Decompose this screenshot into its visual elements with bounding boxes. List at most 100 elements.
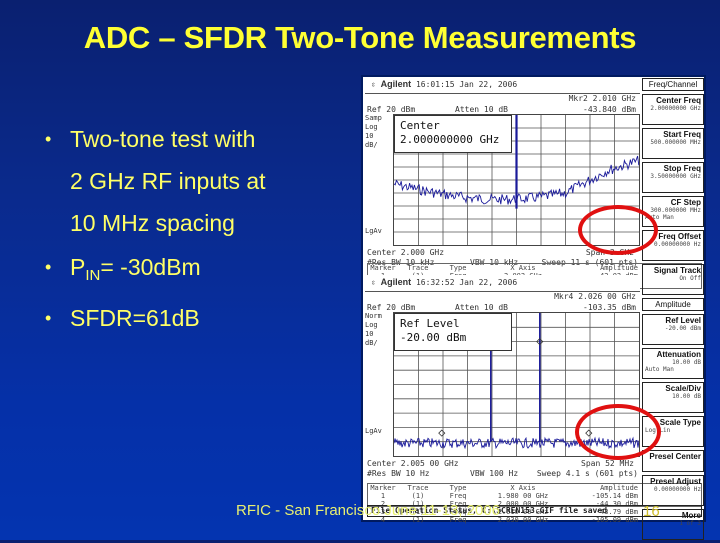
- lgav-label: LgAv: [365, 427, 382, 435]
- softkey-value: 300.000000 MHz: [650, 207, 701, 214]
- bullet-two-tone: • Two-tone test with 2 GHz RF inputs at …: [40, 118, 266, 244]
- marker-cell: (1): [411, 492, 425, 500]
- softkey-label: Attenuation: [656, 350, 701, 359]
- softkey-value: 0.00000000 Hz: [654, 241, 701, 248]
- softkey-label: Freq/Channel: [648, 80, 698, 89]
- attenuation: Atten 10 dB: [455, 303, 508, 312]
- marker-amplitude: -43.840 dBm: [583, 105, 636, 114]
- span: Span 52 MHz: [581, 459, 634, 468]
- softkey-label: Stop Freq: [663, 164, 701, 173]
- softkey-panel: Freq/Channel Center Freq 2.00000000 GHz Sta…: [642, 78, 704, 543]
- marker-cell: 1.980 00 GHz: [497, 492, 549, 500]
- marker-cell: Freq: [449, 492, 467, 500]
- side-label: Samp: [365, 114, 382, 122]
- bullet-sfdr: • SFDR=61dB: [40, 297, 266, 339]
- softkey-presel-center[interactable]: Presel Center: [642, 450, 704, 472]
- popup-value: 2.000000000 GHz: [400, 133, 500, 146]
- marker-cell: Type: [449, 484, 467, 492]
- bullet-line: 2 GHz RF inputs at: [70, 168, 266, 194]
- side-labels: Samp Log 10 dB/: [365, 114, 391, 150]
- timestamp: 16:01:15 Jan 22, 2006: [415, 80, 518, 89]
- ref-level: Ref 20 dBm: [367, 105, 416, 114]
- keyboard-icon: ⇳: [371, 278, 376, 287]
- softkey-value: 10.00 dB: [672, 393, 701, 400]
- active-function-popup: Ref Level -20.00 dBm: [394, 313, 512, 351]
- center-freq: Center 2.000 GHz: [367, 248, 445, 257]
- popup-value: -20.00 dBm: [400, 331, 467, 344]
- softkey-value: 500.000000 MHz: [650, 139, 701, 146]
- keyboard-icon: ⇳: [371, 80, 376, 89]
- spectrum-analyzer-screenshot: ⇳ Agilent 16:01:15 Jan 22, 2006 Mkr2 2.0…: [361, 75, 706, 540]
- softkey-scale-div[interactable]: Scale/Div 10.00 dB: [642, 382, 704, 413]
- softkey-freq-channel[interactable]: Freq/Channel: [642, 78, 704, 91]
- softkey-label: CF Step: [670, 198, 701, 207]
- softkey-value: 1 of 3: [679, 520, 701, 527]
- marker-cell: X Axis: [510, 264, 536, 272]
- bullet-list: • Two-tone test with 2 GHz RF inputs at …: [40, 118, 266, 339]
- side-label: Log: [365, 123, 378, 131]
- softkey-center-freq[interactable]: Center Freq 2.00000000 GHz: [642, 94, 704, 125]
- bullet-dot: •: [45, 129, 52, 149]
- analyzer-screen-bottom: ⇳ Agilent 16:32:52 Jan 22, 2006 Mkr4 2.0…: [365, 275, 640, 495]
- softkey-label: Center Freq: [656, 96, 701, 105]
- pin-prefix: P: [70, 254, 86, 280]
- softkey-signal-track[interactable]: Signal Track On Off: [642, 264, 704, 295]
- side-label: Norm: [365, 312, 382, 320]
- side-label: Log: [365, 321, 378, 329]
- softkey-stop-freq[interactable]: Stop Freq 3.50000000 GHz: [642, 162, 704, 193]
- analyzer-header: ⇳ Agilent 16:01:15 Jan 22, 2006: [365, 77, 640, 94]
- marker-cell: 1: [380, 492, 386, 500]
- marker-amplitude: -103.35 dBm: [583, 303, 636, 312]
- res-bw: #Res BW 10 Hz: [367, 469, 430, 478]
- marker-cell: Type: [449, 264, 467, 272]
- softkey-value: 10.00 dB: [672, 359, 701, 366]
- marker-diamond: [438, 429, 446, 437]
- softkey-label: Signal Track: [653, 266, 701, 275]
- brand-label: Agilent: [380, 79, 412, 89]
- softkey-value: 2.00000000 GHz: [650, 105, 701, 112]
- marker-cell: Trace: [407, 264, 429, 272]
- side-label: 10: [365, 330, 374, 338]
- softkey-label: Ref Level: [665, 316, 701, 325]
- marker-cell: X Axis: [510, 484, 536, 492]
- brand-label: Agilent: [380, 277, 412, 287]
- marker-readout: Mkr4 2.026 00 GHz: [554, 292, 636, 301]
- bullet-dot: •: [45, 308, 52, 328]
- marker-cell: Marker: [370, 484, 396, 492]
- softkey-ref-level[interactable]: Ref Level -20.00 dBm: [642, 314, 704, 345]
- bullet-line: 10 MHz spacing: [70, 210, 235, 236]
- center-freq: Center 2.005 00 GHz: [367, 459, 459, 468]
- sweep: Sweep 4.1 s (601 pts): [536, 469, 638, 478]
- marker-cell: -105.14 dBm: [591, 492, 638, 500]
- side-label: dB/: [365, 141, 378, 149]
- page-number: 16: [643, 503, 660, 520]
- sfdr-value: SFDR=61dB: [70, 305, 200, 331]
- vbw: VBW 100 Hz: [470, 469, 519, 478]
- highlight-circle-bottom: [575, 404, 661, 460]
- softkey-attenuation[interactable]: Attenuation 10.00 dB Auto Man: [642, 348, 704, 379]
- attenuation: Atten 10 dB: [455, 105, 508, 114]
- timestamp: 16:32:52 Jan 22, 2006: [415, 278, 518, 287]
- popup-label: Center: [400, 119, 440, 132]
- pin-subscript: IN: [85, 267, 101, 284]
- marker-cell: Trace: [407, 484, 429, 492]
- softkey-start-freq[interactable]: Start Freq 500.000000 MHz: [642, 128, 704, 159]
- bullet-line: Two-tone test with: [70, 126, 256, 152]
- slide-footer: RFIC - San Francisco June 11-13, 2006: [236, 502, 501, 519]
- softkey-value: On Off: [679, 275, 701, 282]
- softkey-presel-adjust[interactable]: Presel Adjust 0.00000000 Hz: [642, 475, 704, 506]
- analyzer-header: ⇳ Agilent 16:32:52 Jan 22, 2006: [365, 275, 640, 292]
- active-function-popup: Center 2.000000000 GHz: [394, 115, 512, 153]
- softkey-label: Start Freq: [663, 130, 701, 139]
- marker-cell: Amplitude: [600, 264, 638, 272]
- softkey-amplitude[interactable]: Amplitude: [642, 298, 704, 311]
- side-label: dB/: [365, 339, 378, 347]
- softkey-value: 3.50000000 GHz: [650, 173, 701, 180]
- lgav-label: LgAv: [365, 227, 382, 235]
- marker-cell: Amplitude: [600, 484, 638, 492]
- slide-title: ADC – SFDR Two-Tone Measurements: [83, 20, 637, 55]
- marker-cell: -105.09 dBm: [591, 516, 638, 524]
- softkey-value: -20.00 dBm: [664, 325, 701, 332]
- side-labels: Norm Log 10 dB/: [365, 312, 391, 348]
- bullet-pin: • PIN= -30dBm: [40, 246, 266, 297]
